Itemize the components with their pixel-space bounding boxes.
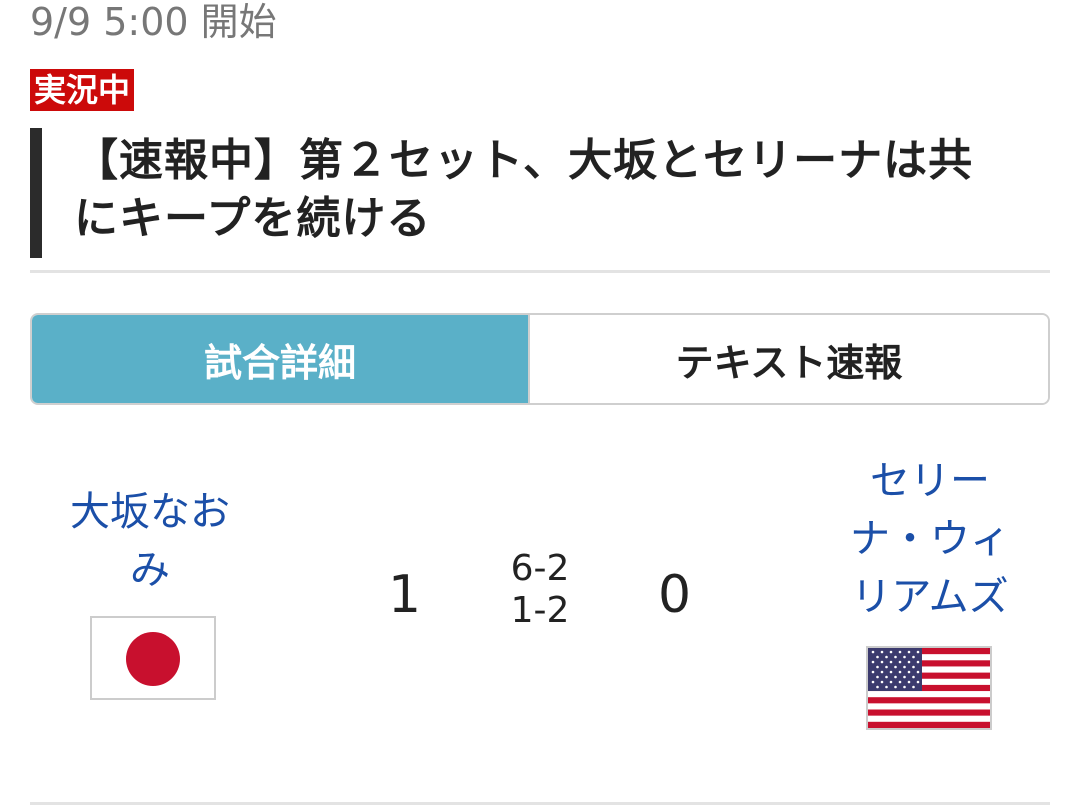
set-score-2: 1-2 bbox=[510, 590, 570, 631]
usa-flag-icon bbox=[866, 646, 992, 730]
set-scores: 6-2 1-2 bbox=[500, 548, 580, 632]
headline-title: 【速報中】第２セット、大坂とセリーナは共にキープを続ける bbox=[74, 135, 974, 244]
player1-sets-won: 1 bbox=[388, 565, 422, 625]
player2-name-link[interactable]: セリーナ・ウィリアムズ bbox=[840, 452, 1020, 626]
divider bbox=[30, 270, 1050, 273]
japan-flag-icon bbox=[90, 616, 216, 700]
match-start-time: 9/9 5:00 開始 bbox=[30, 0, 277, 44]
tab-match-details[interactable]: 試合詳細 bbox=[32, 315, 528, 403]
tab-bar: 試合詳細 テキスト速報 bbox=[30, 313, 1050, 405]
japan-flag-sun bbox=[126, 632, 180, 686]
headline-block: 【速報中】第２セット、大坂とセリーナは共にキープを続ける bbox=[30, 128, 1032, 258]
player1-name-link[interactable]: 大坂なおみ bbox=[60, 483, 240, 599]
set-score-1: 6-2 bbox=[510, 548, 570, 589]
live-badge: 実況中 bbox=[30, 69, 135, 111]
divider bbox=[30, 802, 1050, 805]
player2-sets-won: 0 bbox=[658, 565, 692, 625]
tab-text-updates[interactable]: テキスト速報 bbox=[528, 315, 1048, 403]
match-page: 9/9 5:00 開始 実況中 【速報中】第２セット、大坂とセリーナは共にキープ… bbox=[0, 0, 1080, 810]
